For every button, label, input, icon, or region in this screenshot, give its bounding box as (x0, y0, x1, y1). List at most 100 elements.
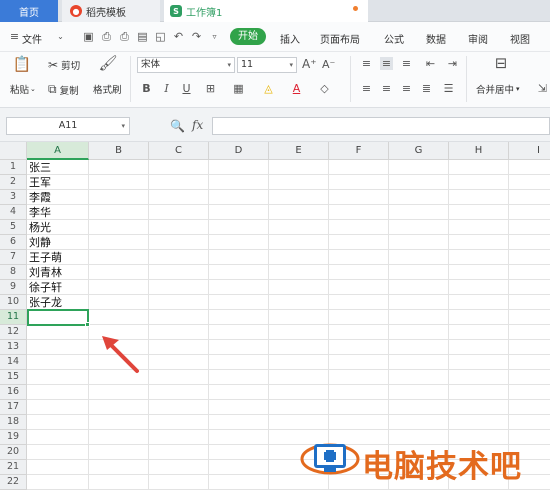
merge-center-button[interactable]: 合并居中 ▾ (476, 82, 520, 96)
select-all-corner[interactable] (0, 142, 27, 160)
row-header-12[interactable]: 12 (0, 325, 27, 340)
column-header-b[interactable]: B (89, 142, 149, 160)
tab-page-layout[interactable]: 页面布局 (320, 31, 360, 46)
copy-button[interactable]: ⧉ 复制 (48, 82, 79, 97)
wrap-text-icon[interactable]: ⇲ (536, 82, 549, 95)
file-menu[interactable]: 文件 (22, 31, 42, 46)
align-center-icon[interactable]: ≡ (380, 82, 393, 95)
italic-icon[interactable]: I (160, 82, 173, 95)
row-header-21[interactable]: 21 (0, 460, 27, 475)
selected-cell-outline[interactable] (27, 309, 89, 326)
row-header-11[interactable]: 11 (0, 310, 27, 325)
tab-view[interactable]: 视图 (510, 31, 530, 46)
zoom-search-icon[interactable]: 🔍 (170, 119, 185, 133)
format-painter-icon[interactable]: 🖌 (98, 56, 118, 71)
tab-workbook[interactable]: S 工作簿1 (164, 0, 368, 22)
paste-icon[interactable]: 📋 (12, 57, 32, 72)
indent-increase-icon[interactable]: ⇥ (446, 57, 459, 70)
font-color-icon[interactable]: A (290, 82, 303, 95)
cell-a2[interactable]: 王军 (29, 176, 51, 191)
column-header-a[interactable]: A (27, 142, 89, 160)
name-box[interactable]: A11 ▾ (6, 117, 130, 135)
print-preview-icon[interactable]: ▤ (136, 30, 149, 43)
align-right-icon[interactable]: ≡ (400, 82, 413, 95)
row-header-3[interactable]: 3 (0, 190, 27, 205)
fx-icon[interactable]: fx (192, 118, 203, 132)
row-header-20[interactable]: 20 (0, 445, 27, 460)
bold-icon[interactable]: B (140, 82, 153, 95)
underline-icon[interactable]: U (180, 82, 193, 95)
merge-center-icon[interactable]: ⊟ (492, 56, 510, 71)
cell-a4[interactable]: 李华 (29, 206, 51, 221)
hamburger-menu-icon[interactable]: ≡ (8, 30, 21, 43)
row-header-9[interactable]: 9 (0, 280, 27, 295)
tab-data[interactable]: 数据 (426, 31, 446, 46)
row-header-18[interactable]: 18 (0, 415, 27, 430)
row-header-17[interactable]: 17 (0, 400, 27, 415)
column-header-c[interactable]: C (149, 142, 209, 160)
row-header-22[interactable]: 22 (0, 475, 27, 490)
decrease-font-icon[interactable]: A⁻ (322, 58, 335, 71)
tab-docer-templates[interactable]: ● 稻壳模板 (62, 0, 160, 22)
undo-icon[interactable]: ↶ (172, 30, 185, 43)
cell-style-icon[interactable]: ▦ (232, 82, 245, 95)
tab-review[interactable]: 审阅 (468, 31, 488, 46)
tab-formulas[interactable]: 公式 (384, 31, 404, 46)
clear-format-icon[interactable]: ◇ (318, 82, 331, 95)
tab-start[interactable]: 开始 (230, 28, 266, 45)
font-name-select[interactable]: 宋体 ▾ (137, 57, 235, 73)
row-header-13[interactable]: 13 (0, 340, 27, 355)
indent-decrease-icon[interactable]: ⇤ (424, 57, 437, 70)
align-left-icon[interactable]: ≡ (360, 82, 373, 95)
cell-a6[interactable]: 刘静 (29, 236, 51, 251)
row-header-16[interactable]: 16 (0, 385, 27, 400)
export-pdf-icon[interactable]: ⎙ (100, 30, 113, 43)
row-header-7[interactable]: 7 (0, 250, 27, 265)
cell-a5[interactable]: 杨光 (29, 221, 51, 236)
cell-a7[interactable]: 王子萌 (29, 251, 62, 266)
cut-button[interactable]: ✂ 剪切 (48, 58, 80, 72)
spellcheck-icon[interactable]: ◱ (154, 30, 167, 43)
file-chevron-down-icon[interactable]: ⌄ (54, 30, 67, 43)
row-header-2[interactable]: 2 (0, 175, 27, 190)
tab-home[interactable]: 首页 (0, 0, 58, 22)
align-bottom-icon[interactable]: ≡ (400, 57, 413, 70)
row-header-19[interactable]: 19 (0, 430, 27, 445)
tab-insert[interactable]: 插入 (280, 31, 300, 46)
format-painter-button[interactable]: 格式刷 (93, 82, 122, 96)
redo-icon[interactable]: ↷ (190, 30, 203, 43)
row-header-4[interactable]: 4 (0, 205, 27, 220)
formula-input[interactable] (212, 117, 550, 135)
fill-handle[interactable] (85, 322, 90, 327)
print-icon[interactable]: ⎙ (118, 30, 131, 43)
font-size-select[interactable]: 11 ▾ (237, 57, 297, 73)
cell-a9[interactable]: 徐子轩 (29, 281, 62, 296)
cell-a8[interactable]: 刘青林 (29, 266, 62, 281)
distributed-align-icon[interactable]: ☰ (442, 82, 455, 95)
column-header-f[interactable]: F (329, 142, 389, 160)
increase-font-icon[interactable]: A⁺ (302, 58, 317, 71)
row-header-6[interactable]: 6 (0, 235, 27, 250)
align-middle-icon[interactable]: ≡ (380, 57, 393, 70)
column-header-i[interactable]: I (509, 142, 550, 160)
column-header-g[interactable]: G (389, 142, 449, 160)
cell-a3[interactable]: 李霞 (29, 191, 51, 206)
row-header-15[interactable]: 15 (0, 370, 27, 385)
row-header-14[interactable]: 14 (0, 355, 27, 370)
justify-icon[interactable]: ≣ (420, 82, 433, 95)
fill-color-icon[interactable]: ◬ (262, 82, 275, 95)
row-header-1[interactable]: 1 (0, 160, 27, 175)
paste-button[interactable]: 粘贴 ⌄ (10, 82, 36, 96)
cell-a1[interactable]: 张三 (29, 161, 51, 176)
row-header-5[interactable]: 5 (0, 220, 27, 235)
column-header-d[interactable]: D (209, 142, 269, 160)
save-icon[interactable]: ▣ (82, 30, 95, 43)
column-header-h[interactable]: H (449, 142, 509, 160)
docer-icon: ● (70, 5, 82, 17)
row-header-10[interactable]: 10 (0, 295, 27, 310)
row-header-8[interactable]: 8 (0, 265, 27, 280)
quick-access-dropdown-icon[interactable]: ▿ (208, 30, 221, 43)
align-top-icon[interactable]: ≡ (360, 57, 373, 70)
border-icon[interactable]: ⊞ (204, 82, 217, 95)
column-header-e[interactable]: E (269, 142, 329, 160)
